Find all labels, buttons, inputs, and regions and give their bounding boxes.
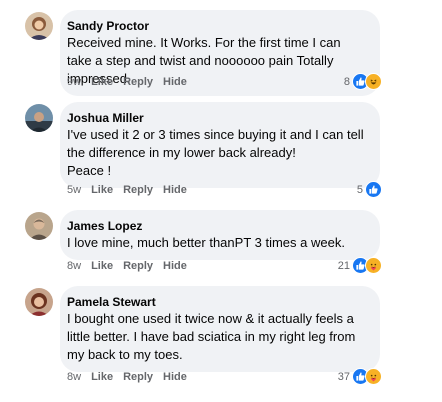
care-icon <box>365 368 382 385</box>
comment-time[interactable]: 9w <box>67 75 81 89</box>
like-button[interactable]: Like <box>91 75 113 89</box>
comment-actions: 8w Like Reply Hide <box>67 370 187 384</box>
reaction-summary[interactable]: 5 <box>357 181 382 198</box>
comment-actions: 5w Like Reply Hide <box>67 183 187 197</box>
comment-text: I love mine, much better thanPT 3 times … <box>67 235 345 250</box>
comment-text: I've used it 2 or 3 times since buying i… <box>67 127 364 178</box>
hide-button[interactable]: Hide <box>163 259 187 273</box>
comment-author[interactable]: Sandy Proctor <box>67 18 368 34</box>
haha-icon <box>365 73 382 90</box>
comment-text: I bought one used it twice now & it actu… <box>67 311 356 362</box>
hide-button[interactable]: Hide <box>163 75 187 89</box>
comment-bubble: Joshua Miller I've used it 2 or 3 times … <box>60 102 380 188</box>
comment-bubble: Pamela Stewart I bought one used it twic… <box>60 286 380 372</box>
like-button[interactable]: Like <box>91 370 113 384</box>
avatar[interactable] <box>25 212 53 240</box>
like-button[interactable]: Like <box>91 259 113 273</box>
comment-time[interactable]: 8w <box>67 259 81 273</box>
reaction-count: 5 <box>356 183 363 196</box>
reaction-count: 8 <box>343 75 350 88</box>
reply-button[interactable]: Reply <box>123 370 153 384</box>
reply-button[interactable]: Reply <box>123 183 153 197</box>
comment-bubble: James Lopez I love mine, much better tha… <box>60 210 380 260</box>
hide-button[interactable]: Hide <box>163 183 187 197</box>
comment-actions: 8w Like Reply Hide <box>67 259 187 273</box>
comment-time[interactable]: 8w <box>67 370 81 384</box>
avatar[interactable] <box>25 104 53 132</box>
comment-author[interactable]: Joshua Miller <box>67 110 368 126</box>
reaction-count: 21 <box>337 259 350 272</box>
care-icon <box>365 257 382 274</box>
reaction-summary[interactable]: 21 <box>338 257 382 274</box>
like-button[interactable]: Like <box>91 183 113 197</box>
reply-button[interactable]: Reply <box>123 259 153 273</box>
comment-author[interactable]: Pamela Stewart <box>67 294 368 310</box>
comment-author[interactable]: James Lopez <box>67 218 368 234</box>
comment-actions: 9w Like Reply Hide <box>67 75 187 89</box>
reaction-count: 37 <box>337 370 350 383</box>
reaction-summary[interactable]: 37 <box>338 368 382 385</box>
reply-button[interactable]: Reply <box>123 75 153 89</box>
avatar[interactable] <box>25 288 53 316</box>
hide-button[interactable]: Hide <box>163 370 187 384</box>
reaction-summary[interactable]: 8 <box>344 73 382 90</box>
avatar[interactable] <box>25 12 53 40</box>
like-icon <box>365 181 382 198</box>
comment-time[interactable]: 5w <box>67 183 81 197</box>
